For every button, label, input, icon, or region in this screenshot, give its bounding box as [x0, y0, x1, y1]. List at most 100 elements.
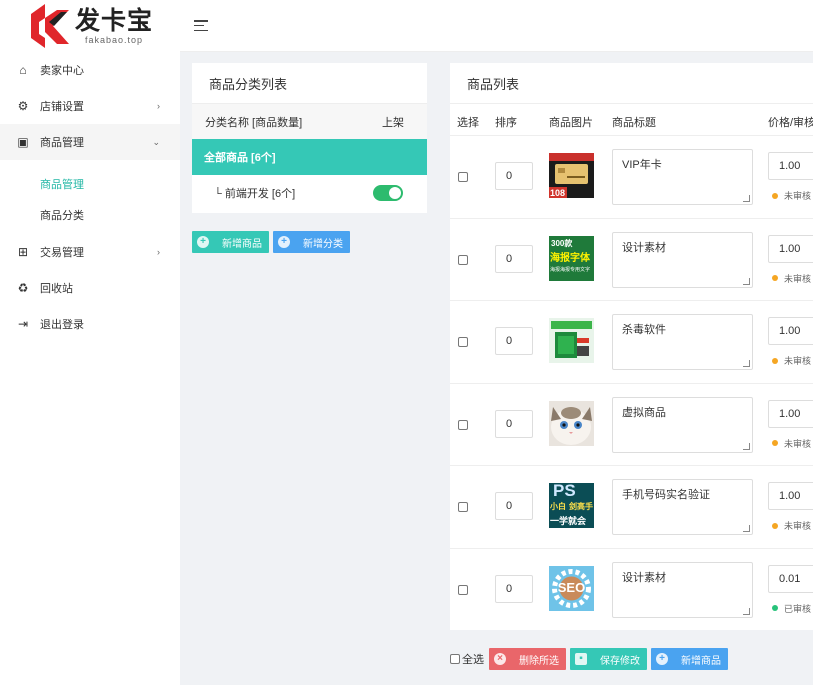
sidebar-item-recycle-bin[interactable]: ♻ 回收站: [0, 270, 180, 306]
table-row: 0 SEO 设计素材 0.01 已审核: [450, 549, 813, 631]
logout-icon: ⇥: [17, 317, 29, 331]
status-badge: 未审核: [772, 519, 811, 532]
sort-input[interactable]: 0: [495, 162, 533, 190]
price-input[interactable]: 1.00: [768, 152, 813, 180]
title-textarea[interactable]: 手机号码实名验证: [612, 479, 753, 535]
add-product-bottom-label: 新增商品: [681, 655, 721, 667]
select-all-checkbox[interactable]: 全选: [450, 651, 484, 667]
cart-icon: ⊞: [17, 245, 29, 259]
top-bar: [180, 0, 813, 52]
chevron-down-icon: ⌄: [152, 136, 160, 147]
row-checkbox[interactable]: [458, 502, 468, 512]
add-product-button[interactable]: + 新增商品: [192, 231, 269, 253]
sort-input[interactable]: 0: [495, 574, 533, 603]
plus-circle-icon: +: [278, 236, 290, 248]
sidebar-item-logout[interactable]: ⇥ 退出登录: [0, 306, 180, 342]
table-row: 0 300款 海报字体 海报海报专用文字 设计素材 1.00 未审核: [450, 219, 813, 301]
gear-icon: ⚙: [17, 99, 29, 113]
add-product-bottom-button[interactable]: + 新增商品: [651, 648, 728, 670]
product-image: PS 小白 剑高手 一学就会: [549, 483, 594, 528]
chevron-right-icon: ›: [157, 247, 160, 257]
chevron-right-icon: ›: [157, 101, 160, 111]
category-panel: 商品分类列表 分类名称 [商品数量] 上架 全部商品 [6个] └ 前端开发 […: [192, 63, 427, 213]
col-image: 商品图片: [549, 117, 593, 129]
title-textarea[interactable]: 设计素材: [612, 231, 753, 288]
status-dot-icon: [772, 522, 778, 529]
on-shelf-toggle[interactable]: [373, 185, 403, 201]
sidebar-item-label: 退出登录: [40, 319, 84, 331]
price-input[interactable]: 1.00: [768, 399, 813, 428]
row-checkbox[interactable]: [458, 254, 468, 265]
save-icon: ▪: [575, 653, 587, 665]
thumb-line: 剑高手: [569, 502, 593, 511]
status-dot-icon: [772, 605, 778, 611]
category-all-products[interactable]: 全部商品 [6个]: [192, 139, 427, 175]
status-badge: 未审核: [772, 272, 811, 285]
status-badge: 已审核: [772, 602, 811, 615]
status-dot-icon: [772, 357, 778, 364]
select-all-label: 全选: [462, 654, 484, 666]
submenu-item-products[interactable]: 商品管理: [0, 168, 180, 199]
submenu-item-categories[interactable]: 商品分类: [0, 199, 180, 230]
sidebar-item-label: 商品管理: [40, 137, 84, 149]
status-text: 未审核: [784, 273, 812, 284]
product-image: SEO: [549, 565, 594, 611]
add-product-label: 新增商品: [222, 238, 262, 250]
col-sort: 排序: [495, 117, 517, 129]
status-text: 未审核: [784, 521, 812, 531]
row-checkbox[interactable]: [458, 419, 468, 430]
price-input[interactable]: 1.00: [768, 482, 813, 510]
add-category-label: 新增分类: [303, 238, 343, 250]
add-category-button[interactable]: + 新增分类: [273, 231, 350, 253]
sidebar-item-label: 交易管理: [40, 247, 84, 259]
title-textarea[interactable]: 虚拟商品: [612, 396, 753, 453]
status-text: 未审核: [784, 356, 812, 366]
category-label: └ 前端开发 [6个]: [214, 188, 296, 200]
status-dot-icon: [772, 275, 778, 281]
row-checkbox[interactable]: [458, 337, 468, 347]
sidebar-item-product-management[interactable]: ▣ 商品管理 ⌄: [0, 124, 180, 160]
checkbox-icon: [450, 654, 460, 664]
sidebar-item-shop-settings[interactable]: ⚙ 店铺设置 ›: [0, 88, 180, 124]
plus-circle-icon: +: [656, 653, 668, 665]
thumb-line: 一学就会: [550, 516, 587, 526]
thumb-line: PS: [553, 483, 576, 500]
status-dot-icon: [772, 440, 778, 446]
product-panel: 商品列表 选择 排序 商品图片 商品标题 价格/审核 0 108 VIP年卡 1…: [450, 63, 813, 630]
sort-input[interactable]: 0: [495, 327, 533, 355]
row-checkbox[interactable]: [458, 172, 468, 182]
product-image: 108: [549, 153, 594, 198]
status-text: 已审核: [784, 603, 812, 614]
save-changes-button[interactable]: ▪ 保存修改: [570, 648, 647, 670]
sidebar-item-seller-center[interactable]: ⌂ 卖家中心: [0, 52, 180, 88]
price-input[interactable]: 0.01: [768, 564, 813, 593]
menu-toggle-icon[interactable]: [194, 20, 208, 31]
brand-domain: fakabao.top: [85, 35, 144, 45]
row-checkbox[interactable]: [458, 584, 468, 595]
sidebar-item-label: 卖家中心: [40, 65, 84, 77]
thumb-line: 海报海报专用文字: [550, 266, 591, 273]
title-textarea[interactable]: 设计素材: [612, 561, 753, 618]
sort-input[interactable]: 0: [495, 244, 533, 273]
category-panel-title: 商品分类列表: [209, 76, 288, 92]
logo[interactable]: 发卡宝 fakabao.top: [0, 0, 180, 52]
col-on-shelf: 上架: [382, 116, 404, 129]
col-category-name: 分类名称 [商品数量]: [205, 116, 303, 129]
thumb-badge: 108: [550, 188, 566, 198]
title-textarea[interactable]: VIP年卡: [612, 149, 753, 205]
sidebar-item-label: 回收站: [40, 283, 73, 295]
price-input[interactable]: 1.00: [768, 234, 813, 263]
sidebar-item-trade-management[interactable]: ⊞ 交易管理 ›: [0, 234, 180, 270]
table-row: 0 108 VIP年卡 1.00 未审核: [450, 136, 813, 219]
status-dot-icon: [772, 192, 778, 199]
close-circle-icon: ×: [494, 653, 506, 665]
delete-selected-button[interactable]: × 删除所选: [489, 648, 566, 670]
brand-name: 发卡宝: [75, 6, 154, 35]
price-input[interactable]: 1.00: [768, 317, 813, 345]
sort-input[interactable]: 0: [495, 409, 533, 438]
sort-input[interactable]: 0: [495, 492, 533, 520]
product-image: [549, 318, 594, 363]
category-table-header: 分类名称 [商品数量] 上架: [192, 103, 427, 139]
category-row[interactable]: └ 前端开发 [6个]: [192, 175, 427, 211]
title-textarea[interactable]: 杀毒软件: [612, 314, 753, 370]
